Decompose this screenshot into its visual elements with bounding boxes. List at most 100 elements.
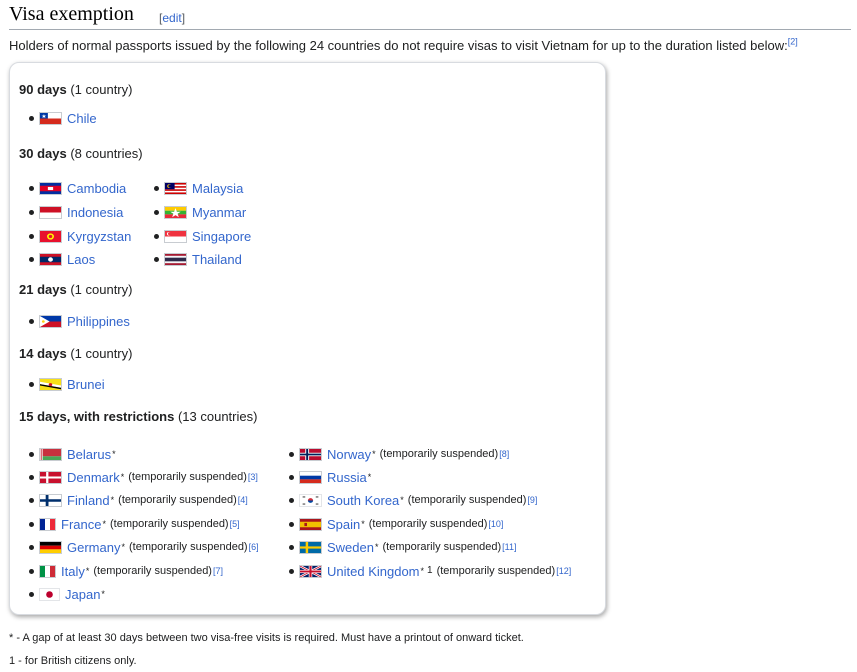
list-item-indonesia: Indonesia <box>29 203 123 221</box>
south-korea-flag-icon <box>299 493 322 507</box>
myanmar-flag-icon <box>164 205 187 219</box>
suspension-note: (temporarily suspended) <box>379 448 499 460</box>
italy-flag-icon <box>39 564 56 578</box>
country-link-united-kingdom[interactable]: United Kingdom <box>327 564 420 579</box>
country-link-brunei[interactable]: Brunei <box>67 377 105 392</box>
malaysia-flag-icon <box>164 181 187 195</box>
country-link-italy[interactable]: Italy <box>61 564 85 579</box>
section-title: Visa exemption <box>9 3 134 25</box>
group-heading-14: 14 days (1 country) <box>19 346 133 361</box>
ref-link[interactable]: [5] <box>230 519 240 529</box>
country-link-denmark[interactable]: Denmark <box>67 470 120 485</box>
bullet <box>289 474 294 480</box>
bullet <box>29 256 34 262</box>
country-link-kyrgyzstan[interactable]: Kyrgyzstan <box>67 229 131 244</box>
country-link-laos[interactable]: Laos <box>67 252 95 267</box>
bullet <box>29 318 34 324</box>
country-link-sweden[interactable]: Sweden <box>327 540 374 555</box>
bullet <box>29 185 34 191</box>
indonesia-flag-icon <box>39 205 62 219</box>
bullet <box>29 115 34 121</box>
intro-ref[interactable]: [2] <box>788 37 798 47</box>
list-item-brunei: Brunei <box>29 375 105 393</box>
intro-text: Holders of normal passports issued by th… <box>9 38 788 53</box>
chile-flag-icon <box>39 111 62 125</box>
country-link-norway[interactable]: Norway <box>327 447 371 462</box>
germany-flag-icon <box>39 540 62 554</box>
country-link-indonesia[interactable]: Indonesia <box>67 205 123 220</box>
country-link-philippines[interactable]: Philippines <box>67 314 130 329</box>
list-item-singapore: Singapore <box>154 227 251 245</box>
country-link-russia[interactable]: Russia <box>327 470 367 485</box>
bullet <box>289 451 294 457</box>
list-item-finland: Finland * (temporarily suspended) [4] <box>29 491 248 509</box>
ref-link[interactable]: [3] <box>248 472 258 482</box>
ref-link[interactable]: [4] <box>238 495 248 505</box>
list-item-malaysia: Malaysia <box>154 179 243 197</box>
ref-link[interactable]: [10] <box>488 519 503 529</box>
country-link-spain[interactable]: Spain <box>327 517 360 532</box>
bullet <box>154 185 159 191</box>
russia-flag-icon <box>299 470 322 484</box>
suspension-note: (temporarily suspended) <box>368 518 488 530</box>
bullet <box>289 568 294 574</box>
united-kingdom-flag-icon <box>299 564 322 578</box>
suspension-note: (temporarily suspended) <box>109 518 229 530</box>
bullet <box>29 497 34 503</box>
footnote-star: * - A gap of at least 30 days between tw… <box>9 632 524 644</box>
kyrgyzstan-flag-icon <box>39 229 62 243</box>
ref-link[interactable]: [11] <box>502 542 516 552</box>
suspension-note: (temporarily suspended) <box>93 565 212 577</box>
list-item-spain: Spain * (temporarily suspended) [10] <box>289 515 503 533</box>
bullet <box>29 474 34 480</box>
bullet <box>29 544 34 550</box>
country-link-south-korea[interactable]: South Korea <box>327 493 399 508</box>
ref-link[interactable]: [8] <box>499 449 509 459</box>
belarus-flag-icon <box>39 447 62 461</box>
list-item-italy: Italy * (temporarily suspended) [7] <box>29 562 223 580</box>
ref-link[interactable]: [12] <box>556 566 571 576</box>
singapore-flag-icon <box>164 229 187 243</box>
group-heading-30: 30 days (8 countries) <box>19 146 143 161</box>
list-item-cambodia: Cambodia <box>29 179 126 197</box>
japan-flag-icon <box>39 587 60 601</box>
country-link-germany[interactable]: Germany <box>67 540 120 555</box>
country-link-france[interactable]: France <box>61 517 101 532</box>
ref-link[interactable]: [6] <box>249 542 259 552</box>
thailand-flag-icon <box>164 252 187 266</box>
list-item-france: France * (temporarily suspended) [5] <box>29 515 240 533</box>
list-item-japan: Japan * <box>29 585 105 603</box>
list-item-russia: Russia * <box>289 468 371 486</box>
cambodia-flag-icon <box>39 181 62 195</box>
country-link-belarus[interactable]: Belarus <box>67 447 111 462</box>
edit-link[interactable]: edit <box>162 11 181 25</box>
list-item-sweden: Sweden * (temporarily suspended) [11] <box>289 538 516 556</box>
bullet <box>289 497 294 503</box>
footnote-one: 1 - for British citizens only. <box>9 655 137 667</box>
bullet <box>154 233 159 239</box>
denmark-flag-icon <box>39 470 62 484</box>
country-link-myanmar[interactable]: Myanmar <box>192 205 246 220</box>
bullet <box>29 521 34 527</box>
country-link-chile[interactable]: Chile <box>67 111 97 126</box>
country-link-malaysia[interactable]: Malaysia <box>192 181 243 196</box>
country-link-japan[interactable]: Japan <box>65 587 100 602</box>
ref-link[interactable]: [7] <box>213 566 223 576</box>
group-heading-15: 15 days, with restrictions (13 countries… <box>19 409 258 424</box>
laos-flag-icon <box>39 252 62 266</box>
bullet <box>29 209 34 215</box>
philippines-flag-icon <box>39 314 62 328</box>
bullet <box>29 451 34 457</box>
ref-link[interactable]: [9] <box>527 495 537 505</box>
list-item-belarus: Belarus * <box>29 445 116 463</box>
bullet <box>289 544 294 550</box>
list-item-south-korea: South Korea * (temporarily suspended) [9] <box>289 491 537 509</box>
list-item-norway: Norway * (temporarily suspended) [8] <box>289 445 509 463</box>
country-link-singapore[interactable]: Singapore <box>192 229 251 244</box>
country-link-cambodia[interactable]: Cambodia <box>67 181 126 196</box>
list-item-united-kingdom: United Kingdom * 1 (temporarily suspended)[… <box>289 562 571 580</box>
list-item-laos: Laos <box>29 250 95 268</box>
country-link-finland[interactable]: Finland <box>67 493 110 508</box>
country-link-thailand[interactable]: Thailand <box>192 252 242 267</box>
spain-flag-icon <box>299 517 322 531</box>
